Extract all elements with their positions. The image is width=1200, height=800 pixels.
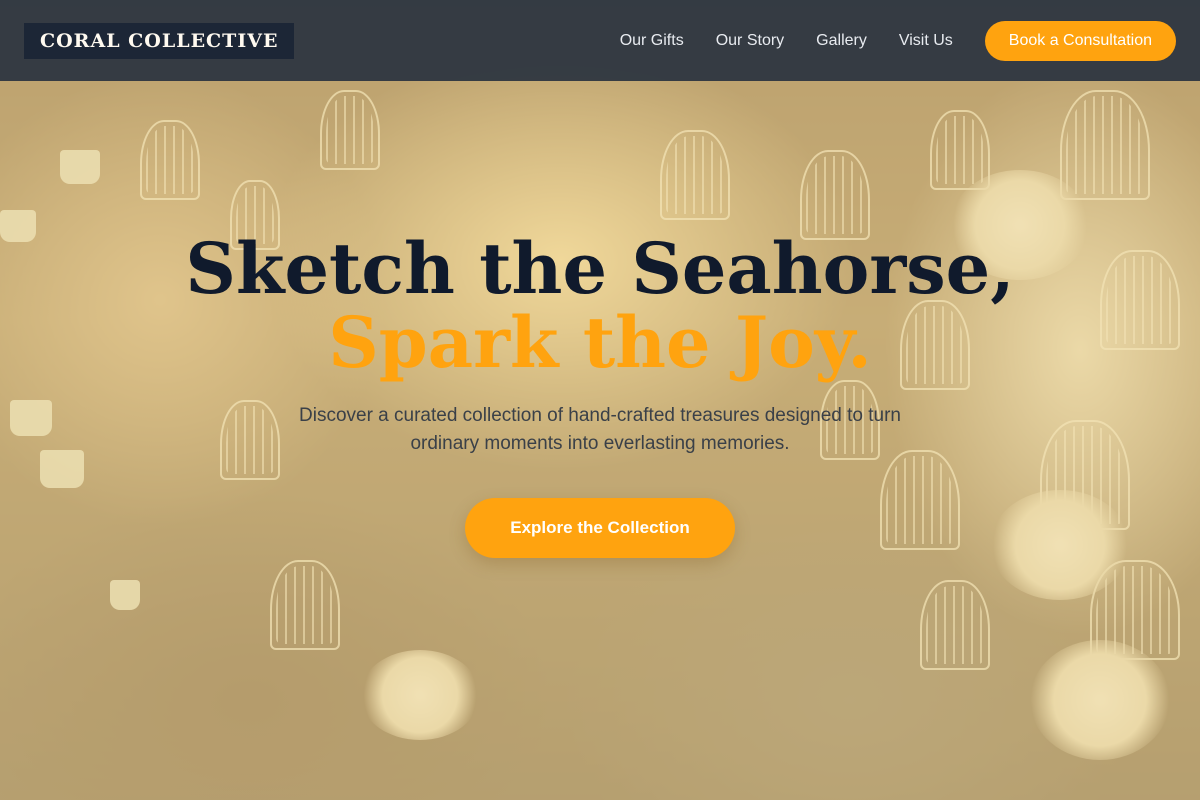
main-nav: Our Gifts Our Story Gallery Visit Us Boo…	[620, 20, 1176, 61]
hero-section: Sketch the Seahorse, Spark the Joy. Disc…	[0, 232, 1200, 558]
hero-headline-accent: Spark the Joy.	[328, 301, 872, 384]
nav-link-our-story[interactable]: Our Story	[716, 32, 784, 50]
brand-logo[interactable]: CORAL COLLECTIVE	[24, 22, 295, 59]
explore-collection-button[interactable]: Explore the Collection	[465, 498, 735, 558]
nav-link-visit-us[interactable]: Visit Us	[899, 32, 953, 50]
hero-subtitle: Discover a curated collection of hand-cr…	[299, 405, 901, 454]
hero-headline: Sketch the Seahorse,	[185, 227, 1015, 310]
site-header: CORAL COLLECTIVE Our Gifts Our Story Gal…	[0, 0, 1200, 81]
nav-link-our-gifts[interactable]: Our Gifts	[620, 32, 684, 50]
nav-link-gallery[interactable]: Gallery	[816, 32, 867, 50]
book-consultation-button[interactable]: Book a Consultation	[984, 20, 1176, 61]
